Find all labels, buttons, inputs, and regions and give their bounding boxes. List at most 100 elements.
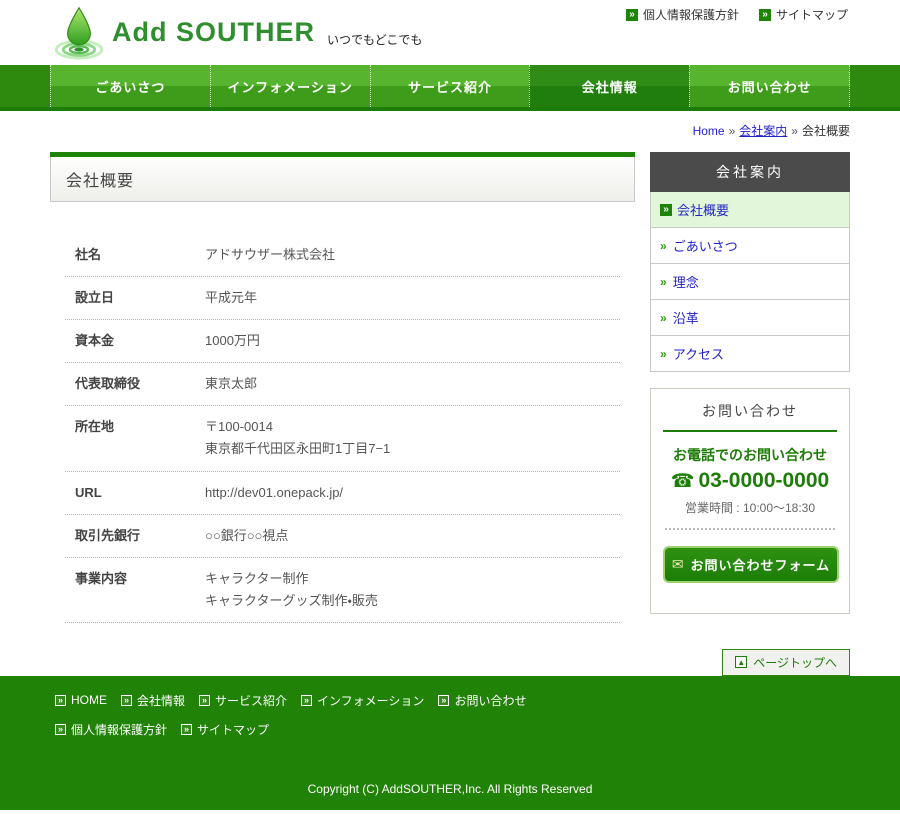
top-link[interactable]: » 個人情報保護方針: [626, 6, 739, 23]
mail-icon: ✉: [672, 556, 685, 573]
logo[interactable]: Add SOUTHER いつでもどこでも: [54, 5, 422, 60]
row-value: キャラクター制作 キャラクターグッズ制作・販売: [205, 568, 378, 612]
nav-item[interactable]: サービス紹介: [370, 65, 530, 107]
phone-contact-label: お電話でのお問い合わせ: [663, 445, 837, 465]
white-arrow-icon: »: [121, 695, 132, 706]
sidebar-item-label: 理念: [673, 272, 699, 291]
green-arrow-icon: »: [626, 9, 638, 21]
table-row: 所在地〒100-0014 東京都千代田区永田町1丁目7−1: [65, 406, 620, 471]
footer-link-label: お問い合わせ: [454, 692, 526, 709]
table-row: 取引先銀行○○銀行○○視点: [65, 515, 620, 558]
footer-links-row2: » 個人情報保護方針 »サイトマップ: [55, 721, 845, 738]
company-table: 社名アドサウザー株式会社設立日平成元年資本金1000万円代表取締役東京太郎所在地…: [65, 234, 620, 623]
white-arrow-icon: »: [301, 695, 312, 706]
business-hours: 営業時間 : 10:00～18:30: [663, 499, 837, 516]
divider: [665, 528, 835, 530]
row-label: 設立日: [65, 287, 205, 309]
arrow-icon: »: [660, 239, 667, 253]
page-top-arrow-icon: ▲: [735, 656, 747, 668]
contact-title: お問い合わせ: [663, 401, 837, 432]
row-value: 東京太郎: [205, 373, 257, 395]
main-content: 会社概要 社名アドサウザー株式会社設立日平成元年資本金1000万円代表取締役東京…: [50, 152, 850, 623]
header: Add SOUTHER いつでもどこでも » 個人情報保護方針 »サイトマップ: [0, 0, 900, 65]
row-value: ○○銀行○○視点: [205, 525, 288, 547]
sidebar-item-label: ごあいさつ: [673, 236, 738, 255]
row-label: 資本金: [65, 330, 205, 352]
nav-item[interactable]: ごあいさつ: [50, 65, 210, 107]
sidebar: 会社案内 »会社概要»ごあいさつ»理念»沿革»アクセス お問い合わせ お電話での…: [650, 152, 850, 614]
arrow-icon: »: [660, 347, 667, 361]
sidebar-item[interactable]: » 理念: [650, 264, 850, 300]
footer-link[interactable]: »インフォメーション: [301, 692, 424, 709]
sidebar-item[interactable]: »アクセス: [650, 336, 850, 372]
footer-link-label: HOME: [71, 693, 107, 707]
phone-number-text: 03-0000-0000: [698, 469, 829, 492]
page-top-label: ページトップへ: [753, 654, 837, 671]
top-link[interactable]: »サイトマップ: [759, 6, 848, 23]
table-row: 設立日平成元年: [65, 277, 620, 320]
arrow-icon: »: [660, 275, 667, 289]
header-top-links: » 個人情報保護方針 »サイトマップ: [626, 6, 848, 23]
white-arrow-icon: »: [199, 695, 210, 706]
nav-item[interactable]: インフォメーション: [210, 65, 370, 107]
footer-link[interactable]: » お問い合わせ: [438, 692, 526, 709]
row-label: URL: [65, 482, 205, 504]
top-link-label: 個人情報保護方針: [643, 6, 739, 23]
copyright: Copyright (C) AddSOUTHER,Inc. All Rights…: [0, 782, 900, 796]
table-row: 社名アドサウザー株式会社: [65, 234, 620, 277]
breadcrumb-separator: »: [791, 124, 798, 138]
footer-link[interactable]: »HOME: [55, 692, 107, 709]
footer-link[interactable]: »サイトマップ: [181, 721, 269, 738]
row-value: 平成元年: [205, 287, 257, 309]
phone-number: ☎03-0000-0000: [663, 469, 837, 493]
row-value: 〒100-0014 東京都千代田区永田町1丁目7−1: [205, 416, 390, 460]
footer-link[interactable]: » サービス紹介: [199, 692, 287, 709]
white-arrow-icon: »: [181, 724, 192, 735]
white-arrow-icon: »: [55, 724, 66, 735]
nav-menu: ごあいさつインフォメーションサービス紹介会社情報お問い合わせ: [50, 65, 850, 107]
footer-links-row1: »HOME»会社情報»サービス紹介»インフォメーション»お問い合わせ: [55, 692, 845, 709]
page-title: 会社概要: [50, 157, 635, 202]
footer-link[interactable]: » 会社情報: [121, 692, 185, 709]
nav-item[interactable]: お問い合わせ: [689, 65, 850, 107]
pagetop-row: ▲ ページトップへ: [50, 649, 850, 676]
contact-form-button-label: お問い合わせフォーム: [691, 555, 831, 574]
site-logo-text: Add SOUTHER: [112, 17, 315, 48]
sidebar-item[interactable]: » 沿革: [650, 300, 850, 336]
nav-item[interactable]: 会社情報: [529, 65, 689, 107]
sidebar-item-label: 沿革: [673, 308, 699, 327]
footer-link-label: サービス紹介: [215, 692, 287, 709]
breadcrumb-item: 会社概要: [802, 124, 850, 138]
table-row: 代表取締役東京太郎: [65, 363, 620, 406]
white-arrow-icon: »: [438, 695, 449, 706]
row-label: 事業内容: [65, 568, 205, 612]
footer-link-label: 会社情報: [137, 692, 185, 709]
row-label: 代表取締役: [65, 373, 205, 395]
arrow-icon: »: [660, 311, 667, 325]
top-link-label: サイトマップ: [776, 6, 848, 23]
global-nav: ごあいさつインフォメーションサービス紹介会社情報お問い合わせ: [0, 65, 900, 111]
sidebar-item[interactable]: »会社概要: [650, 192, 850, 228]
sidebar-menu: »会社概要»ごあいさつ»理念»沿革»アクセス: [650, 192, 850, 372]
page-top-button[interactable]: ▲ ページトップへ: [722, 649, 850, 676]
table-row: 資本金1000万円: [65, 320, 620, 363]
footer: »HOME»会社情報»サービス紹介»インフォメーション»お問い合わせ »個人情報…: [0, 676, 900, 810]
content-column: 会社概要 社名アドサウザー株式会社設立日平成元年資本金1000万円代表取締役東京…: [50, 152, 635, 623]
water-drop-logo-icon: [54, 5, 104, 60]
contact-form-button[interactable]: ✉ お問い合わせフォーム: [663, 546, 839, 583]
row-label: 社名: [65, 244, 205, 266]
phone-icon: ☎: [671, 471, 695, 492]
footer-link[interactable]: » 個人情報保護方針: [55, 721, 167, 738]
contact-box: お問い合わせ お電話でのお問い合わせ ☎03-0000-0000 営業時間 : …: [650, 388, 850, 614]
footer-link-label: 個人情報保護方針: [71, 721, 167, 738]
table-row: URLhttp://dev01.onepack.jp/: [65, 472, 620, 515]
breadcrumb-item[interactable]: Home: [693, 124, 725, 138]
breadcrumb-item[interactable]: 会社案内: [739, 124, 787, 138]
row-value: 1000万円: [205, 330, 260, 352]
row-value: http://dev01.onepack.jp/: [205, 482, 343, 504]
breadcrumb-separator: »: [729, 124, 736, 138]
bottom-strip: [0, 810, 900, 814]
sidebar-item[interactable]: » ごあいさつ: [650, 228, 850, 264]
sidebar-title: 会社案内: [650, 152, 850, 192]
green-arrow-icon: »: [660, 204, 672, 216]
